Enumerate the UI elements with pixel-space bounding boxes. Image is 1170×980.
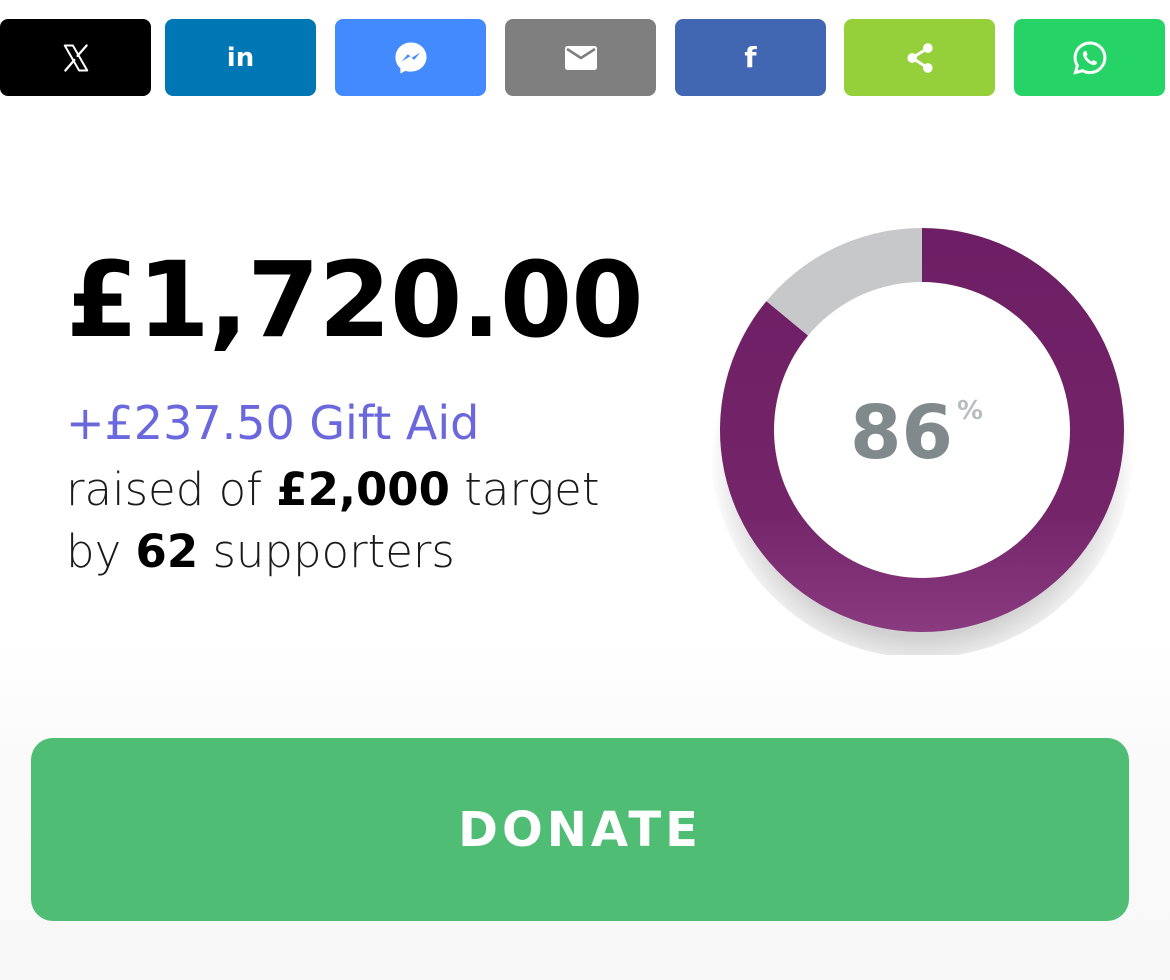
linkedin-icon: in xyxy=(226,42,255,73)
target-suffix-text: target xyxy=(464,463,600,516)
gift-aid-amount: +£237.50 Gift Aid xyxy=(66,396,480,450)
x-logo-icon xyxy=(63,43,88,72)
share-generic-button[interactable] xyxy=(844,19,995,96)
share-whatsapp-button[interactable] xyxy=(1014,19,1165,96)
by-text: by xyxy=(66,525,122,578)
supporters-count: 62 xyxy=(135,525,199,578)
ring-inner xyxy=(774,282,1070,578)
whatsapp-icon xyxy=(1072,40,1106,75)
target-amount: £2,000 xyxy=(276,463,450,516)
share-icon xyxy=(906,42,933,73)
share-linkedin-button[interactable]: in xyxy=(165,19,316,96)
share-bar: in f xyxy=(0,19,1170,96)
progress-ring-graphic xyxy=(710,228,1134,658)
raised-of-text: raised of xyxy=(66,463,262,516)
donate-button[interactable]: DONATE xyxy=(31,738,1129,921)
facebook-icon: f xyxy=(744,41,757,74)
share-email-button[interactable] xyxy=(505,19,656,96)
progress-ring: 86 % xyxy=(700,210,1145,658)
donate-button-label: DONATE xyxy=(458,801,702,858)
share-facebook-button[interactable]: f xyxy=(675,19,826,96)
supporters-suffix-text: supporters xyxy=(212,525,455,578)
messenger-icon xyxy=(394,41,427,74)
share-x-button[interactable] xyxy=(0,19,151,96)
target-line: raised of £2,000 target xyxy=(66,465,600,515)
supporters-line: by 62 supporters xyxy=(66,527,455,577)
email-icon xyxy=(564,45,597,70)
share-messenger-button[interactable] xyxy=(335,19,486,96)
amount-raised: £1,720.00 xyxy=(66,239,644,361)
